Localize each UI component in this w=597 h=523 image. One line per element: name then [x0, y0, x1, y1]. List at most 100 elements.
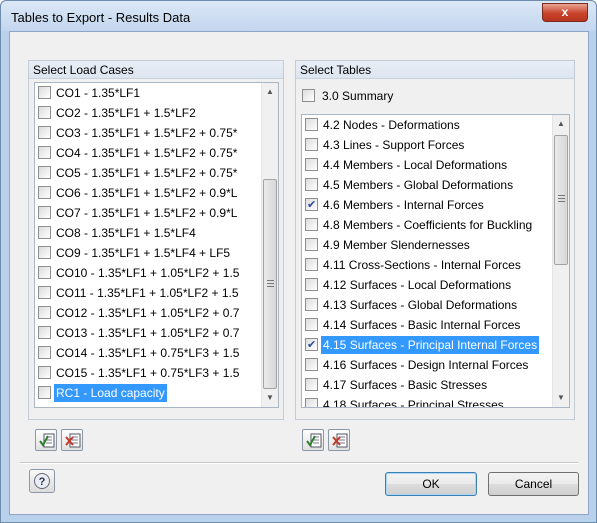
list-item-checkbox[interactable]: [38, 206, 51, 219]
list-item[interactable]: CO10 - 1.35*LF1 + 1.05*LF2 + 1.5: [37, 264, 259, 282]
list-item-label: CO1 - 1.35*LF1: [56, 86, 141, 100]
load-cases-header: Select Load Cases: [29, 61, 283, 79]
list-item-checkbox[interactable]: [305, 238, 318, 251]
tables-scrollbar[interactable]: ▲ ▼: [552, 115, 569, 407]
list-item[interactable]: CO1 - 1.35*LF1: [37, 84, 259, 102]
list-item[interactable]: 4.6 Members - Internal Forces: [304, 196, 550, 214]
load-cases-list[interactable]: RC1 - Load capacity CO15 - 1.35*LF1 + 0.7…: [34, 82, 279, 408]
list-item[interactable]: 4.17 Surfaces - Basic Stresses: [304, 376, 550, 394]
list-item-checkbox[interactable]: [38, 146, 51, 159]
title-bar[interactable]: Tables to Export - Results Data x: [1, 1, 596, 31]
list-item-checkbox[interactable]: [38, 286, 51, 299]
list-item-checkbox[interactable]: [38, 226, 51, 239]
list-item[interactable]: 4.13 Surfaces - Global Deformations: [304, 296, 550, 314]
list-item[interactable]: 4.2 Nodes - Deformations: [304, 116, 550, 134]
close-icon: x: [561, 5, 569, 19]
scroll-thumb[interactable]: [263, 179, 277, 389]
list-item[interactable]: CO8 - 1.35*LF1 + 1.5*LF4: [37, 224, 259, 242]
ok-button[interactable]: OK: [385, 472, 477, 496]
list-item[interactable]: CO13 - 1.35*LF1 + 1.05*LF2 + 0.7: [37, 324, 259, 342]
list-item-checkbox[interactable]: [305, 298, 318, 311]
deselect-all-icon: [65, 433, 81, 448]
scroll-up-icon[interactable]: ▲: [553, 115, 569, 132]
list-item-label: CO3 - 1.35*LF1 + 1.5*LF2 + 0.75*: [56, 126, 238, 140]
list-item-checkbox[interactable]: [38, 366, 51, 379]
list-item-checkbox[interactable]: [38, 386, 51, 399]
list-item[interactable]: CO7 - 1.35*LF1 + 1.5*LF2 + 0.9*L: [37, 204, 259, 222]
list-item[interactable]: CO15 - 1.35*LF1 + 0.75*LF3 + 1.5: [37, 364, 259, 382]
list-item[interactable]: 4.3 Lines - Support Forces: [304, 136, 550, 154]
list-item-label: CO11 - 1.35*LF1 + 1.05*LF2 + 1.5: [56, 286, 239, 300]
list-item-checkbox[interactable]: [305, 158, 318, 171]
list-item[interactable]: 4.14 Surfaces - Basic Internal Forces: [304, 316, 550, 334]
list-item-checkbox[interactable]: [305, 336, 318, 354]
list-item-checkbox[interactable]: [305, 218, 318, 231]
list-item-label: CO14 - 1.35*LF1 + 0.75*LF3 + 1.5: [56, 346, 240, 360]
list-item-checkbox[interactable]: [305, 358, 318, 371]
list-item[interactable]: 4.16 Surfaces - Design Internal Forces: [304, 356, 550, 374]
list-item-checkbox[interactable]: [305, 378, 318, 391]
summary-label: 3.0 Summary: [322, 89, 394, 103]
list-item-checkbox[interactable]: [305, 258, 318, 271]
list-item-checkbox[interactable]: [305, 318, 318, 331]
list-item-checkbox[interactable]: [305, 138, 318, 151]
list-item-checkbox[interactable]: [305, 398, 318, 407]
list-item[interactable]: CO9 - 1.35*LF1 + 1.5*LF4 + LF5: [37, 244, 259, 262]
list-item-checkbox[interactable]: [305, 278, 318, 291]
scroll-up-icon[interactable]: ▲: [262, 83, 278, 100]
list-item-checkbox[interactable]: [305, 178, 318, 191]
footer-separator: [20, 462, 578, 464]
tables-header: Select Tables: [296, 61, 574, 79]
list-item[interactable]: 4.8 Members - Coefficients for Buckling: [304, 216, 550, 234]
list-item-label: 4.4 Members - Local Deformations: [323, 158, 508, 172]
list-item-label: CO2 - 1.35*LF1 + 1.5*LF2: [56, 106, 196, 120]
list-item-checkbox[interactable]: [38, 126, 51, 139]
load-cases-scrollbar[interactable]: ▲ ▼: [261, 83, 278, 407]
list-item[interactable]: 4.9 Member Slendernesses: [304, 236, 550, 254]
list-item-checkbox[interactable]: [38, 186, 51, 199]
list-item[interactable]: 4.12 Surfaces - Local Deformations: [304, 276, 550, 294]
list-item-label: 4.9 Member Slendernesses: [323, 238, 470, 252]
tables-list[interactable]: 4.18 Surfaces - Principal Stresses 4.17 S…: [301, 114, 570, 408]
help-button[interactable]: ?: [29, 469, 55, 493]
scroll-thumb[interactable]: [554, 135, 568, 265]
list-item-label: 4.17 Surfaces - Basic Stresses: [323, 378, 488, 392]
list-item-checkbox[interactable]: [305, 196, 318, 214]
list-item-checkbox[interactable]: [305, 118, 318, 131]
list-item[interactable]: 4.4 Members - Local Deformations: [304, 156, 550, 174]
list-item[interactable]: CO12 - 1.35*LF1 + 1.05*LF2 + 0.7: [37, 304, 259, 322]
list-item-checkbox[interactable]: [38, 266, 51, 279]
select-all-tables-button[interactable]: [302, 429, 324, 451]
list-item[interactable]: CO3 - 1.35*LF1 + 1.5*LF2 + 0.75*: [37, 124, 259, 142]
list-item[interactable]: CO4 - 1.35*LF1 + 1.5*LF2 + 0.75*: [37, 144, 259, 162]
scroll-down-icon[interactable]: ▼: [262, 389, 278, 406]
list-item[interactable]: 4.15 Surfaces - Principal Internal Force…: [304, 336, 550, 354]
list-item-checkbox[interactable]: [38, 86, 51, 99]
scroll-down-icon[interactable]: ▼: [553, 389, 569, 406]
list-item[interactable]: RC1 - Load capacity: [37, 384, 259, 402]
summary-checkbox[interactable]: [302, 89, 315, 102]
list-item-checkbox[interactable]: [38, 246, 51, 259]
list-item-checkbox[interactable]: [38, 106, 51, 119]
list-item[interactable]: CO5 - 1.35*LF1 + 1.5*LF2 + 0.75*: [37, 164, 259, 182]
close-button[interactable]: x: [542, 3, 588, 22]
list-item[interactable]: CO2 - 1.35*LF1 + 1.5*LF2: [37, 104, 259, 122]
summary-row[interactable]: 3.0 Summary: [302, 87, 562, 105]
list-item[interactable]: CO6 - 1.35*LF1 + 1.5*LF2 + 0.9*L: [37, 184, 259, 202]
list-item-checkbox[interactable]: [38, 326, 51, 339]
list-item[interactable]: CO14 - 1.35*LF1 + 0.75*LF3 + 1.5: [37, 344, 259, 362]
list-item-label: 4.12 Surfaces - Local Deformations: [323, 278, 512, 292]
list-item-checkbox[interactable]: [38, 306, 51, 319]
cancel-button[interactable]: Cancel: [488, 472, 579, 496]
select-all-load-cases-button[interactable]: [35, 429, 57, 451]
deselect-all-load-cases-button[interactable]: [61, 429, 83, 451]
deselect-all-tables-button[interactable]: [328, 429, 350, 451]
list-item-label: CO15 - 1.35*LF1 + 0.75*LF3 + 1.5: [56, 366, 240, 380]
list-item[interactable]: 4.5 Members - Global Deformations: [304, 176, 550, 194]
list-item-checkbox[interactable]: [38, 346, 51, 359]
list-item[interactable]: 4.11 Cross-Sections - Internal Forces: [304, 256, 550, 274]
list-item[interactable]: 4.18 Surfaces - Principal Stresses: [304, 396, 550, 407]
list-item-label: 4.16 Surfaces - Design Internal Forces: [323, 358, 529, 372]
list-item-checkbox[interactable]: [38, 166, 51, 179]
list-item[interactable]: CO11 - 1.35*LF1 + 1.05*LF2 + 1.5: [37, 284, 259, 302]
